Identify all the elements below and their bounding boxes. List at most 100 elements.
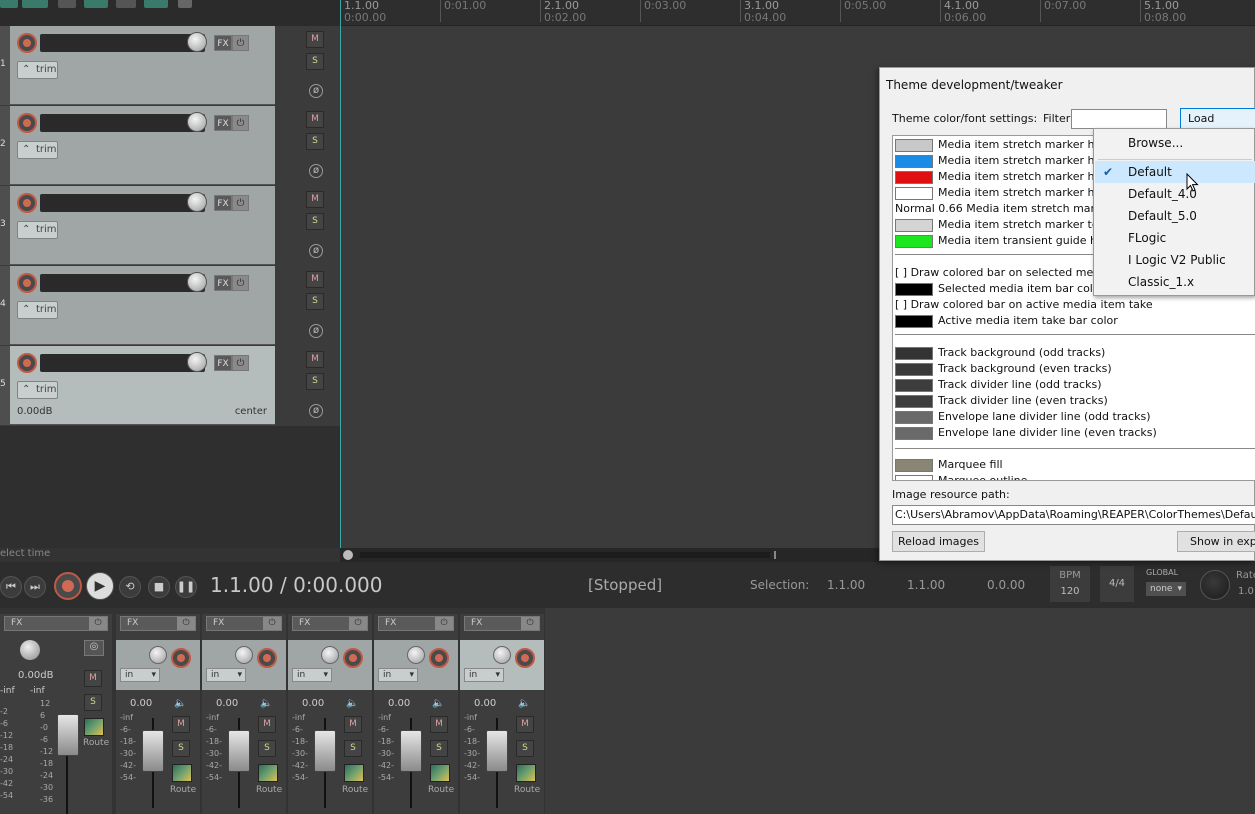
phase-invert-icon[interactable]: ø [309,244,323,258]
menu-item-theme[interactable]: FLogic [1095,227,1255,249]
toolbar-button-3[interactable] [58,0,76,8]
color-swatch[interactable] [895,187,933,200]
master-pan-knob[interactable] [20,640,40,660]
selection-length[interactable]: 0.0.00 [987,578,1025,592]
phase-invert-icon[interactable]: ø [309,404,323,418]
toolbar-button-5[interactable] [116,0,136,8]
master-fx-button[interactable]: FX ⏻ [4,616,108,631]
rate-value[interactable]: 1.0 [1238,586,1254,597]
trim-button[interactable]: trim [17,301,58,319]
track-header[interactable]: FX⏻ trim [10,106,275,185]
fx-bypass-icon[interactable]: ⏻ [232,35,249,51]
menu-item-theme[interactable]: Default_4.0 [1095,183,1255,205]
track-number[interactable]: 4 [0,266,10,345]
global-automation-select[interactable]: none ▾ [1146,582,1186,596]
input-select[interactable]: in ▾ [120,668,160,682]
list-item[interactable]: Marquee outline [893,473,1255,480]
selection-start[interactable]: 1.1.00 [827,578,865,592]
menu-item-theme[interactable]: I Logic V2 Public [1095,249,1255,271]
track-name-field[interactable] [40,34,205,52]
solo-button[interactable]: S [306,53,324,70]
track-header[interactable]: FX⏻ trim [10,26,275,105]
master-volume[interactable]: 0.00dB [18,670,53,681]
trim-button[interactable]: trim [17,61,58,79]
list-item[interactable]: Track background (even tracks) [893,361,1255,377]
phase-invert-icon[interactable]: ø [309,84,323,98]
solo-button[interactable]: S [306,293,324,310]
speaker-icon[interactable]: 🔈 [260,698,272,709]
track-name-field[interactable] [40,194,205,212]
fx-bypass-icon[interactable]: ⏻ [232,355,249,371]
list-item[interactable]: Envelope lane divider line (even tracks) [893,425,1255,441]
toolbar-button-6[interactable] [144,0,168,8]
scroll-left-icon[interactable] [343,550,353,560]
mute-button[interactable]: M [306,31,324,48]
solo-button[interactable]: S [258,740,276,757]
color-swatch[interactable] [895,235,933,248]
color-swatch[interactable] [895,171,933,184]
solo-button[interactable]: S [306,213,324,230]
strip-fx-button[interactable]: FX ⏻ [120,616,196,631]
record-arm-button[interactable] [17,353,37,373]
mute-button[interactable]: M [516,716,534,733]
volume-knob[interactable] [187,352,207,372]
solo-button[interactable]: S [344,740,362,757]
route-button[interactable] [516,764,536,782]
track-panel-empty-area[interactable] [0,426,340,548]
solo-button[interactable]: S [306,373,324,390]
strip-fx-button[interactable]: FX ⏻ [292,616,368,631]
fx-button[interactable]: FX [214,115,232,131]
volume-knob[interactable] [187,272,207,292]
route-button[interactable] [258,764,278,782]
speaker-icon[interactable]: 🔈 [432,698,444,709]
volume-fader[interactable] [314,730,336,772]
list-item[interactable]: Marquee fill [893,457,1255,473]
mono-stereo-icon[interactable]: ◎ [84,640,104,656]
color-swatch[interactable] [895,459,933,472]
fx-bypass-icon[interactable]: ⏻ [232,195,249,211]
repeat-button[interactable]: ⟲ [119,576,141,598]
phase-invert-icon[interactable]: ø [309,164,323,178]
speaker-icon[interactable]: 🔈 [518,698,530,709]
volume-knob[interactable] [187,192,207,212]
strip-fx-button[interactable]: FX ⏻ [464,616,540,631]
go-to-end-button[interactable]: ⏭ [24,576,46,598]
trim-button[interactable]: trim [17,381,58,399]
pan-knob[interactable] [321,646,339,664]
pause-button[interactable]: ❚❚ [175,576,197,598]
record-arm-button[interactable] [17,113,37,133]
speaker-icon[interactable]: 🔈 [174,698,186,709]
volume-fader[interactable] [228,730,250,772]
bpm-box[interactable]: BPM 120 [1050,566,1090,602]
master-route-button[interactable] [84,718,104,736]
timeline-ruler[interactable]: 1.1.00 0:00.00 0:01.00 2.1.00 0:02.00 0:03.00… [340,0,1255,26]
color-swatch[interactable] [895,347,933,360]
record-button[interactable] [54,572,82,600]
strip-volume-readout[interactable]: 0.00 [302,698,324,709]
volume-knob[interactable] [187,112,207,132]
mute-button[interactable]: M [430,716,448,733]
show-in-explorer-button[interactable]: Show in explo [1177,531,1255,552]
volume-knob[interactable] [187,32,207,52]
pan-knob[interactable] [493,646,511,664]
fx-bypass-icon[interactable]: ⏻ [232,115,249,131]
fx-button[interactable]: FX [214,355,232,371]
track-number[interactable]: 5 [0,346,10,425]
route-button[interactable] [430,764,450,782]
time-signature[interactable]: 4/4 [1100,566,1134,602]
input-select[interactable]: in ▾ [464,668,504,682]
toolbar-button-1[interactable] [0,0,18,8]
strip-volume-readout[interactable]: 0.00 [216,698,238,709]
solo-button[interactable]: S [306,133,324,150]
track-header[interactable]: FX⏻ trim [10,266,275,345]
record-arm-button[interactable] [17,193,37,213]
record-arm-button[interactable] [429,648,449,668]
list-item[interactable]: [ ] Draw colored bar on active media ite… [893,297,1255,313]
image-path-field[interactable]: C:\Users\Abramov\AppData\Roaming\REAPER\… [892,505,1255,525]
menu-item-theme[interactable]: ✔ Default [1095,161,1255,183]
scrollbar-thumb[interactable] [360,552,770,558]
volume-fader[interactable] [486,730,508,772]
track-name-field[interactable] [40,274,205,292]
strip-volume-readout[interactable]: 0.00 [474,698,496,709]
reload-images-button[interactable]: Reload images [892,531,985,552]
